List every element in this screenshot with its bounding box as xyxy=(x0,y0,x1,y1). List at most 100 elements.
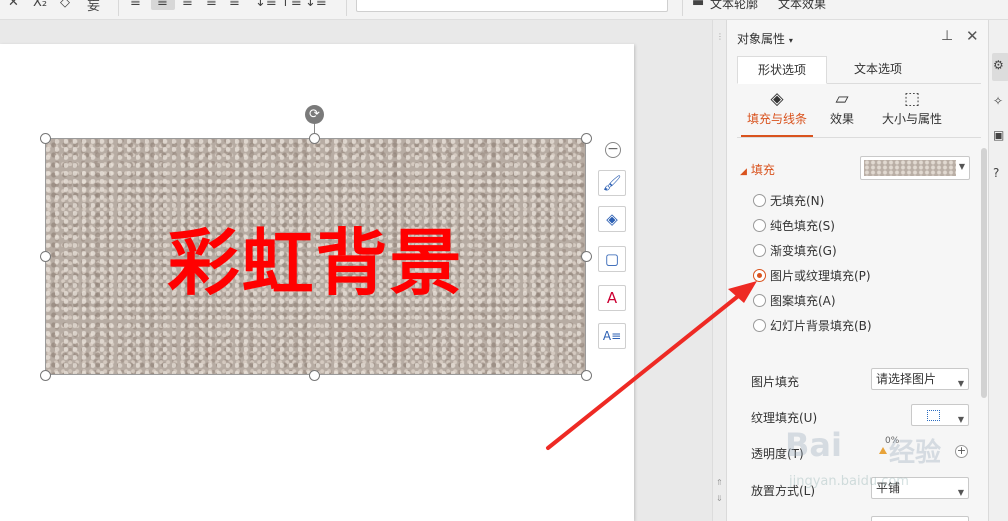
plus-icon[interactable]: + xyxy=(955,445,968,458)
radio-circle-checked[interactable] xyxy=(753,269,766,282)
property-panel: 对象属性 ▾ ⊥ ✕ 形状选项 文本选项 ◈ 填充与线条 ▱ 效果 ⬚ 大小与属… xyxy=(726,20,988,521)
animation-icon[interactable]: ✧ xyxy=(993,94,1003,108)
texture-fill-label: 纹理填充(U) xyxy=(751,411,818,425)
radio-no-fill[interactable]: 无填充(N) xyxy=(753,191,824,211)
radio-circle[interactable] xyxy=(753,194,766,207)
subtab-fill-line[interactable]: ◈ 填充与线条 xyxy=(737,88,817,127)
resize-handle-bottom-right[interactable] xyxy=(581,370,592,381)
next-dropdown[interactable] xyxy=(871,516,969,521)
text-outline-button[interactable]: 文本轮廓 xyxy=(710,0,758,12)
slide[interactable]: 彩虹背景 ⟳ − 🖌 ◈ ▢ A A≡ xyxy=(0,44,634,521)
eraser-icon[interactable]: ◇ xyxy=(60,0,70,10)
phonetic-icon[interactable]: 妄 xyxy=(87,0,100,14)
placement-dropdown[interactable]: 平铺 ▼ xyxy=(871,477,969,499)
transparency-value: 0% xyxy=(885,436,900,446)
clear-format-icon[interactable]: ✕ xyxy=(8,0,19,10)
text-outline-icon[interactable]: ▬ xyxy=(692,0,704,10)
panel-scrollbar[interactable] xyxy=(981,148,987,398)
editing-canvas[interactable]: 彩虹背景 ⟳ − 🖌 ◈ ▢ A A≡ xyxy=(0,20,712,521)
texture-swatch xyxy=(864,160,956,176)
subtab-fill-line-label: 填充与线条 xyxy=(746,112,807,126)
resize-handle-bottom-left[interactable] xyxy=(40,370,51,381)
pin-icon[interactable]: ⊥ xyxy=(941,28,953,44)
transparency-slider-thumb[interactable] xyxy=(879,447,887,454)
size-icon: ⬚ xyxy=(903,89,921,109)
chevron-down-icon: ▼ xyxy=(957,488,964,497)
rotate-handle-icon[interactable]: ⟳ xyxy=(305,105,324,124)
text-box-icon[interactable]: A≡ xyxy=(598,323,626,349)
align-left-icon[interactable]: ≡ xyxy=(130,0,141,10)
resize-handle-top-right[interactable] xyxy=(581,133,592,144)
radio-label: 图案填充(A) xyxy=(770,294,836,308)
para-spacing-up-icon[interactable]: ↑≡ xyxy=(280,0,302,10)
resize-handle-top-left[interactable] xyxy=(40,133,51,144)
ribbon-toolbar: ✕ X₂ ◇ 妄 ≡ ≡ ≡ ≡ ≡ ↓≡ ↑≡ ↓≡ ▬ 文本轮廓 文本效果 xyxy=(0,0,1008,20)
radio-circle[interactable] xyxy=(753,219,766,232)
subtab-size-props[interactable]: ⬚ 大小与属性 xyxy=(875,88,949,127)
paint-bucket-icon: ◈ xyxy=(770,89,784,109)
resize-handle-top[interactable] xyxy=(309,133,320,144)
placement-value: 平铺 xyxy=(876,481,901,495)
toolbar-divider xyxy=(682,0,683,16)
subscript-icon[interactable]: X₂ xyxy=(33,0,47,10)
texture-icon xyxy=(927,410,940,421)
panel-title[interactable]: 对象属性 ▾ xyxy=(737,30,793,47)
radio-solid-fill[interactable]: 纯色填充(S) xyxy=(753,216,835,236)
justify-icon[interactable]: ≡ xyxy=(206,0,217,10)
effects-icon: ▱ xyxy=(835,89,849,109)
splitter-grip-icon: ⋮ xyxy=(716,32,724,41)
shape-fill-icon[interactable]: ◈ xyxy=(598,206,626,232)
panel-splitter[interactable]: ⋮ ⇑ ⇓ xyxy=(712,20,726,521)
radio-label: 纯色填充(S) xyxy=(770,219,835,233)
subtab-effects[interactable]: ▱ 效果 xyxy=(817,88,867,127)
subtab-effects-label: 效果 xyxy=(829,112,854,126)
align-right-icon[interactable]: ≡ xyxy=(182,0,193,10)
textured-shape[interactable]: 彩虹背景 xyxy=(45,138,586,375)
radio-label: 渐变填充(G) xyxy=(770,244,837,258)
distribute-icon[interactable]: ≡ xyxy=(229,0,240,10)
shape-text[interactable]: 彩虹背景 xyxy=(46,139,585,374)
properties-icon[interactable]: ⚙ xyxy=(993,58,1004,72)
radio-gradient-fill[interactable]: 渐变填充(G) xyxy=(753,241,837,261)
radio-picture-texture-fill[interactable]: 图片或纹理填充(P) xyxy=(753,266,871,286)
line-spacing-icon[interactable]: ↓≡ xyxy=(255,0,277,10)
resize-handle-right[interactable] xyxy=(581,251,592,262)
style-gallery[interactable] xyxy=(356,0,668,12)
para-spacing-down-icon[interactable]: ↓≡ xyxy=(305,0,327,10)
toolbar-divider xyxy=(346,0,347,16)
chevron-down-icon: ▼ xyxy=(957,379,964,388)
texture-fill-dropdown[interactable]: ▼ xyxy=(911,404,969,426)
tab-text-options[interactable]: 文本选项 xyxy=(833,56,923,84)
brush-style-icon[interactable]: 🖌 xyxy=(598,170,626,196)
text-effect-button[interactable]: 文本效果 xyxy=(778,0,826,12)
resize-handle-left[interactable] xyxy=(40,251,51,262)
help-icon[interactable]: ? xyxy=(993,166,999,180)
fill-section-header[interactable]: ◢ 填充 xyxy=(740,161,775,178)
radio-circle[interactable] xyxy=(753,319,766,332)
radio-label: 幻灯片背景填充(B) xyxy=(770,319,872,333)
fill-preview-dropdown[interactable]: ▼ xyxy=(860,156,970,180)
radio-circle[interactable] xyxy=(753,244,766,257)
radio-slide-bg-fill[interactable]: 幻灯片背景填充(B) xyxy=(753,316,872,336)
active-subtab-underline xyxy=(741,135,813,137)
radio-label: 图片或纹理填充(P) xyxy=(770,269,871,283)
collapse-icon[interactable]: − xyxy=(605,142,621,158)
panel-tabs: 形状选项 文本选项 xyxy=(737,56,981,84)
tab-shape-options[interactable]: 形状选项 xyxy=(737,56,827,84)
collapse-triangle-icon: ◢ xyxy=(740,167,747,177)
layout-icon[interactable]: ▣ xyxy=(993,128,1004,142)
text-fill-icon[interactable]: A xyxy=(598,285,626,311)
chevron-down-icon: ▼ xyxy=(957,415,964,424)
picture-fill-value: 请选择图片 xyxy=(876,372,937,386)
radio-circle[interactable] xyxy=(753,294,766,307)
splitter-up-icon[interactable]: ⇑ xyxy=(716,478,723,487)
splitter-down-icon[interactable]: ⇓ xyxy=(716,494,723,503)
picture-fill-dropdown[interactable]: 请选择图片 ▼ xyxy=(871,368,969,390)
resize-handle-bottom[interactable] xyxy=(309,370,320,381)
align-center-icon[interactable]: ≡ xyxy=(157,0,168,10)
radio-pattern-fill[interactable]: 图案填充(A) xyxy=(753,291,836,311)
right-tool-rail: ⚙ ✧ ▣ ? xyxy=(988,20,1008,521)
transparency-label: 透明度(T) xyxy=(751,447,804,461)
shape-outline-icon[interactable]: ▢ xyxy=(598,246,626,272)
close-icon[interactable]: ✕ xyxy=(966,27,979,45)
